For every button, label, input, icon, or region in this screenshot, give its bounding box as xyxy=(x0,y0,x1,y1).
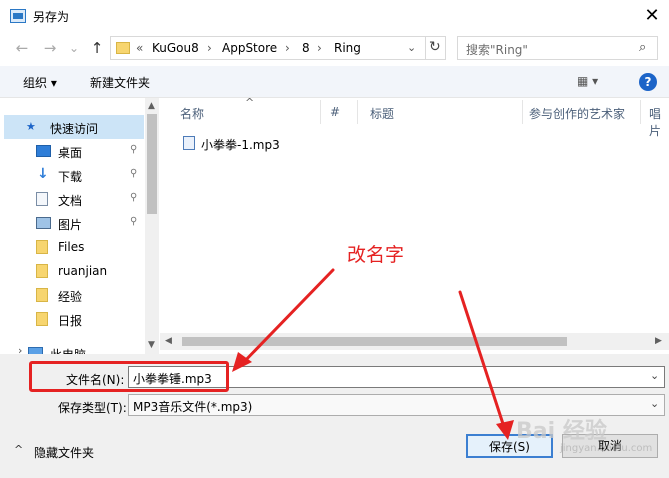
annotation-arrows xyxy=(232,268,514,440)
arrowhead-save xyxy=(496,420,514,440)
annotation-arrow-to-filename xyxy=(238,268,335,368)
watermark-url: jingyan.baidu.com xyxy=(560,443,653,454)
watermark-logo: Bai 经验 xyxy=(516,419,607,444)
annotation-arrow-to-save xyxy=(458,290,507,432)
